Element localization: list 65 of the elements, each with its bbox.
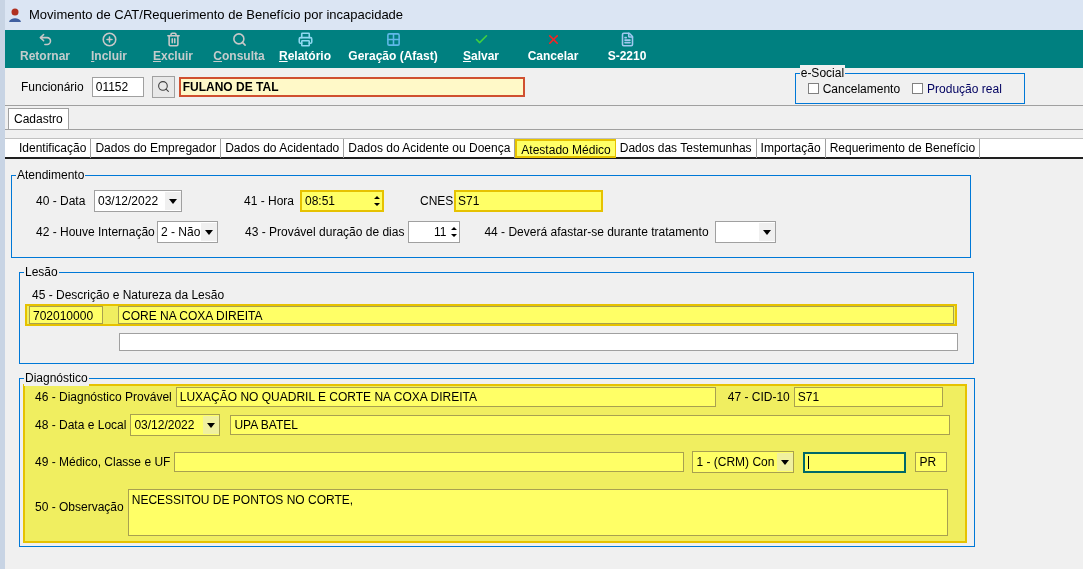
tab[interactable]: Cadastro: [8, 108, 69, 129]
text-field[interactable]: [119, 333, 958, 351]
text-field[interactable]: CORE NA COXA DIREITA: [118, 306, 954, 324]
group-title: Diagnóstico: [24, 370, 89, 386]
search-icon: [156, 80, 170, 93]
field-label: 44 - Deverá afastar-se durante tratamento: [484, 224, 709, 240]
tab[interactable]: Atestado Médico: [515, 138, 616, 158]
spin-field[interactable]: 11: [408, 221, 461, 243]
checkbox-label: Cancelamento: [822, 80, 901, 98]
tab[interactable]: Identificação: [15, 138, 92, 158]
field-label: Funcionário: [21, 78, 84, 95]
field-label: 47 - CID-10: [727, 389, 790, 405]
toolbar-button[interactable]: S-2210: [593, 32, 661, 68]
checkbox-label: Produção real: [927, 80, 1002, 98]
text-field[interactable]: UPA BATEL: [230, 415, 951, 435]
spin-field[interactable]: 08:51: [300, 190, 384, 212]
field-label: 43 - Provável duração de dias: [245, 224, 405, 240]
window-title: Movimento de CAT/Requerimento de Benefício por incapacidade: [29, 6, 404, 25]
app-icon: [7, 7, 23, 23]
tab[interactable]: Requerimento de Benefício: [825, 138, 981, 158]
date-picker[interactable]: 03/12/2022: [130, 414, 221, 436]
field-label: 45 - Descrição e Natureza da Lesão: [32, 287, 226, 303]
grid-icon: [385, 32, 401, 47]
printer-icon: [297, 32, 313, 47]
dropdown[interactable]: 1 - (CRM) Con: [692, 451, 795, 473]
field-label: CNES: [420, 193, 454, 209]
search-button[interactable]: [151, 75, 175, 98]
text-field[interactable]: S71: [454, 190, 603, 212]
field-label: 48 - Data e Local: [35, 417, 127, 433]
tab[interactable]: Importação: [756, 138, 826, 158]
undo-icon: [37, 32, 53, 47]
plus-icon: [101, 32, 117, 47]
field-label: 42 - Houve Internação: [36, 224, 156, 240]
tab[interactable]: Dados do Acidentado: [221, 138, 345, 158]
document-icon: [619, 32, 635, 47]
tab[interactable]: Dados do Empregador: [91, 138, 222, 158]
field-label: 49 - Médico, Classe e UF: [35, 454, 171, 470]
text-field[interactable]: LUXAÇÃO NO QUADRIL E CORTE NA COXA DIREITA: [175, 387, 716, 407]
trash-icon: [165, 32, 181, 47]
field-label: 46 - Diagnóstico Provável: [35, 389, 172, 405]
field-label: 40 - Data: [36, 193, 87, 209]
text-field[interactable]: [174, 452, 685, 472]
toolbar-button[interactable]: Geração (Afast): [337, 32, 449, 68]
checkbox[interactable]: [807, 83, 819, 94]
spinner-arrows-icon: [372, 193, 382, 209]
dropdown[interactable]: [714, 221, 776, 243]
text-field[interactable]: S71: [793, 387, 943, 407]
toolbar-button[interactable]: Cancelar: [513, 32, 593, 68]
spinner-arrows-icon: [449, 224, 460, 240]
text-cursor: [808, 455, 810, 469]
toolbar-button[interactable]: Relatório: [273, 32, 337, 68]
code-field[interactable]: 702010000: [29, 306, 103, 324]
dropdown[interactable]: 2 - Não: [157, 221, 218, 243]
field-label: 50 - Observação: [35, 499, 124, 515]
field-label: 41 - Hora: [244, 193, 296, 209]
tab[interactable]: Dados das Testemunhas: [615, 138, 757, 158]
text-area[interactable]: NECESSITOU DE PONTOS NO CORTE,: [127, 489, 948, 536]
toolbar-button[interactable]: Salvar: [449, 32, 513, 68]
text-field[interactable]: PR: [915, 452, 948, 472]
employee-code-field[interactable]: 01152: [91, 76, 144, 97]
registry-field[interactable]: [803, 451, 907, 473]
checkbox[interactable]: [912, 83, 924, 94]
search-icon: [231, 32, 247, 47]
employee-name-field[interactable]: FULANO DE TAL: [178, 76, 525, 97]
date-picker[interactable]: 03/12/2022: [94, 190, 182, 212]
